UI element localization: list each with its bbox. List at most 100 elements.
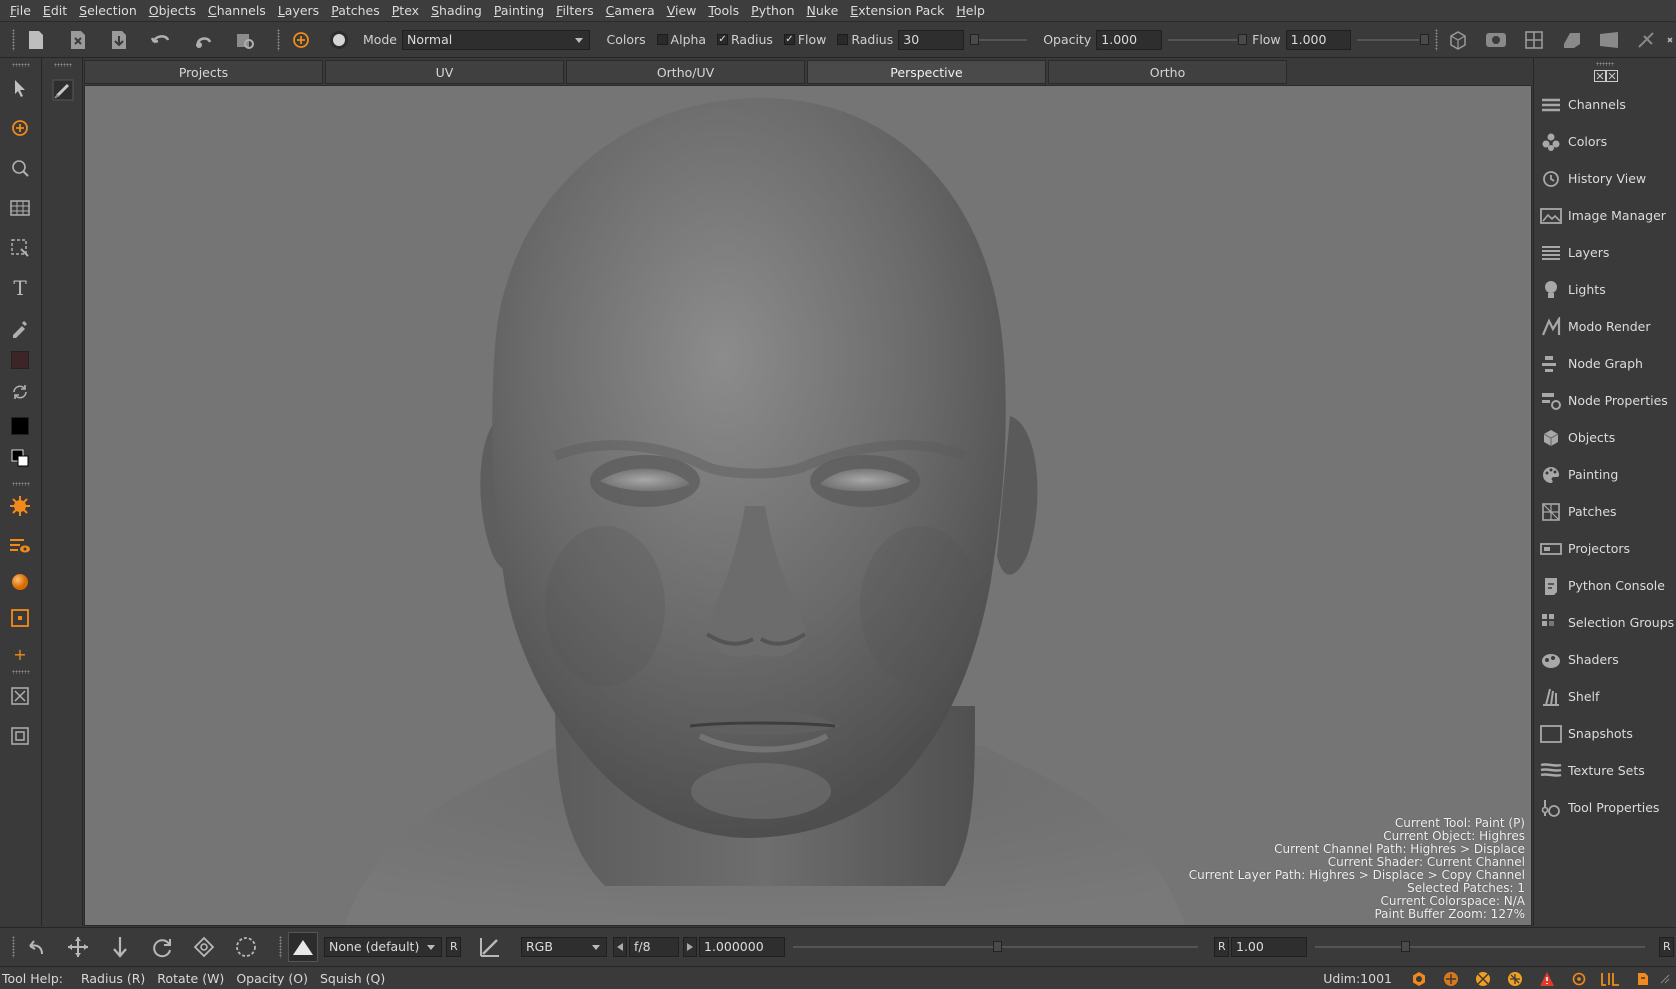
grid-frame-icon[interactable]	[1519, 25, 1549, 55]
screen-projection-icon[interactable]	[1595, 25, 1625, 55]
radius-field[interactable]: 30	[898, 29, 964, 50]
cache-status-icon[interactable]	[1472, 970, 1494, 988]
perspective-viewport[interactable]: Current Tool: Paint (P) Current Object: …	[84, 85, 1532, 926]
channel-display-dropdown[interactable]: RGB	[521, 936, 607, 957]
default-colors-icon[interactable]	[8, 446, 32, 470]
menu-layers[interactable]: Layers	[272, 0, 325, 22]
gain-reset-button[interactable]: R	[1659, 936, 1674, 957]
palette-item-lights[interactable]: Lights	[1534, 271, 1676, 308]
menu-file[interactable]: File	[4, 0, 37, 22]
wireframe-cube-icon[interactable]	[1444, 25, 1474, 55]
exposure-field[interactable]: 1.000000	[699, 936, 785, 957]
rotate-icon[interactable]	[147, 932, 177, 962]
tab-ortho-uv[interactable]: Ortho/UV	[566, 60, 805, 84]
flow-checkbox[interactable]: ✓	[783, 34, 795, 45]
foreground-color-swatch[interactable]	[8, 348, 32, 372]
palette-item-history-view[interactable]: History View	[1534, 160, 1676, 197]
palette-item-channels[interactable]: Channels	[1534, 86, 1676, 123]
palette-item-objects[interactable]: Objects	[1534, 419, 1676, 456]
radius-checkbox[interactable]: ✓	[717, 34, 729, 45]
paint-splat-icon[interactable]	[8, 494, 32, 518]
flow-field[interactable]: 1.000	[1285, 29, 1352, 50]
menu-python[interactable]: Python	[745, 0, 800, 22]
palette-item-shaders[interactable]: Shaders	[1534, 641, 1676, 678]
toolbox-grip[interactable]	[12, 63, 30, 67]
palette-item-node-properties[interactable]: Node Properties	[1534, 382, 1676, 419]
brush-editor-icon[interactable]	[51, 78, 75, 102]
close-project-icon[interactable]	[63, 25, 93, 55]
menu-ptex[interactable]: Ptex	[386, 0, 425, 22]
radius-slider[interactable]	[969, 30, 1037, 50]
palette-item-patches[interactable]: Patches	[1534, 493, 1676, 530]
palette-item-texture-sets[interactable]: Texture Sets	[1534, 752, 1676, 789]
palette-item-image-manager[interactable]: Image Manager	[1534, 197, 1676, 234]
target-status-icon[interactable]	[1568, 970, 1590, 988]
paint-target-icon[interactable]	[286, 25, 316, 55]
menu-view[interactable]: View	[661, 0, 703, 22]
transform-icon[interactable]	[189, 932, 219, 962]
toolbar-grip-2[interactable]	[277, 28, 281, 51]
lut-mountain-icon[interactable]	[288, 931, 318, 962]
menu-tools[interactable]: Tools	[702, 0, 745, 22]
paint-brush-target-icon[interactable]	[8, 116, 32, 140]
palette-item-node-graph[interactable]: Node Graph	[1534, 345, 1676, 382]
alpha-checkbox[interactable]	[656, 34, 668, 45]
menu-selection[interactable]: Selection	[73, 0, 143, 22]
add-light-icon[interactable]: +	[8, 642, 32, 666]
exposure-slider[interactable]	[793, 937, 1208, 957]
bottom-toolbar-grip[interactable]	[12, 935, 15, 958]
save-project-icon[interactable]	[104, 25, 134, 55]
bottom-toolbar-grip-2[interactable]	[279, 935, 282, 958]
secondary-toolbox-grip[interactable]	[54, 63, 72, 67]
move-tool-icon[interactable]	[63, 932, 93, 962]
memory-status-icon[interactable]	[1504, 970, 1526, 988]
warning-icon[interactable]	[1536, 970, 1558, 988]
layer-visibility-eye-icon[interactable]	[8, 534, 32, 558]
palette-item-painting[interactable]: Painting	[1534, 456, 1676, 493]
menu-patches[interactable]: Patches	[325, 0, 386, 22]
palette-item-selection-groups[interactable]: Selection Groups	[1534, 604, 1676, 641]
gamma-reset-button[interactable]: R	[1214, 936, 1229, 957]
frame-all-icon[interactable]	[8, 684, 32, 708]
palette-item-python-console[interactable]: Python Console	[1534, 567, 1676, 604]
opacity-slider[interactable]	[1167, 30, 1248, 50]
swap-colors-icon[interactable]	[8, 380, 32, 404]
gamma-slider[interactable]	[1315, 937, 1655, 957]
menu-shading[interactable]: Shading	[425, 0, 488, 22]
tab-uv[interactable]: UV	[325, 60, 564, 84]
hexagon-status-icon[interactable]	[1408, 970, 1430, 988]
gamma-curve-icon[interactable]	[475, 932, 505, 962]
toolbar-grip[interactable]	[12, 28, 15, 51]
gpu-status-icon[interactable]	[1440, 970, 1462, 988]
gamma-field[interactable]: 1.00	[1231, 936, 1307, 957]
undo-icon[interactable]	[21, 932, 51, 962]
palette-item-shelf[interactable]: Shelf	[1534, 678, 1676, 715]
grid-fill-icon[interactable]	[8, 196, 32, 220]
notification-icon[interactable]	[1632, 970, 1654, 988]
palette-item-projectors[interactable]: Projectors	[1534, 530, 1676, 567]
palette-item-colors[interactable]: Colors	[1534, 123, 1676, 160]
menu-painting[interactable]: Painting	[488, 0, 550, 22]
toolbar-grip-3[interactable]	[1434, 28, 1438, 51]
palette-item-modo-render[interactable]: Modo Render	[1534, 308, 1676, 345]
text-tool-icon[interactable]: T	[8, 276, 32, 300]
shading-sphere-icon[interactable]	[8, 570, 32, 594]
project-settings-icon[interactable]	[230, 25, 260, 55]
palette-item-snapshots[interactable]: Snapshots	[1534, 715, 1676, 752]
lut-reset-button[interactable]: R	[446, 936, 461, 957]
lut-dropdown[interactable]: None (default)	[324, 936, 442, 957]
eyedropper-icon[interactable]	[8, 316, 32, 340]
tab-ortho[interactable]: Ortho	[1048, 60, 1287, 84]
clone-tool-icon[interactable]	[8, 156, 32, 180]
opacity-field[interactable]: 1.000	[1096, 29, 1162, 50]
select-arrow-icon[interactable]	[8, 76, 32, 100]
down-arrow-icon[interactable]	[105, 932, 135, 962]
menu-channels[interactable]: Channels	[202, 0, 272, 22]
marquee-select-icon[interactable]	[8, 236, 32, 260]
tab-perspective[interactable]: Perspective	[807, 60, 1046, 84]
palette-item-tool-properties[interactable]: Tool Properties	[1534, 789, 1676, 826]
lasso-circle-icon[interactable]	[231, 932, 261, 962]
menu-extension-pack[interactable]: Extension Pack	[844, 0, 950, 22]
float-panel-icon[interactable]	[1594, 70, 1618, 82]
menu-help[interactable]: Help	[950, 0, 991, 22]
